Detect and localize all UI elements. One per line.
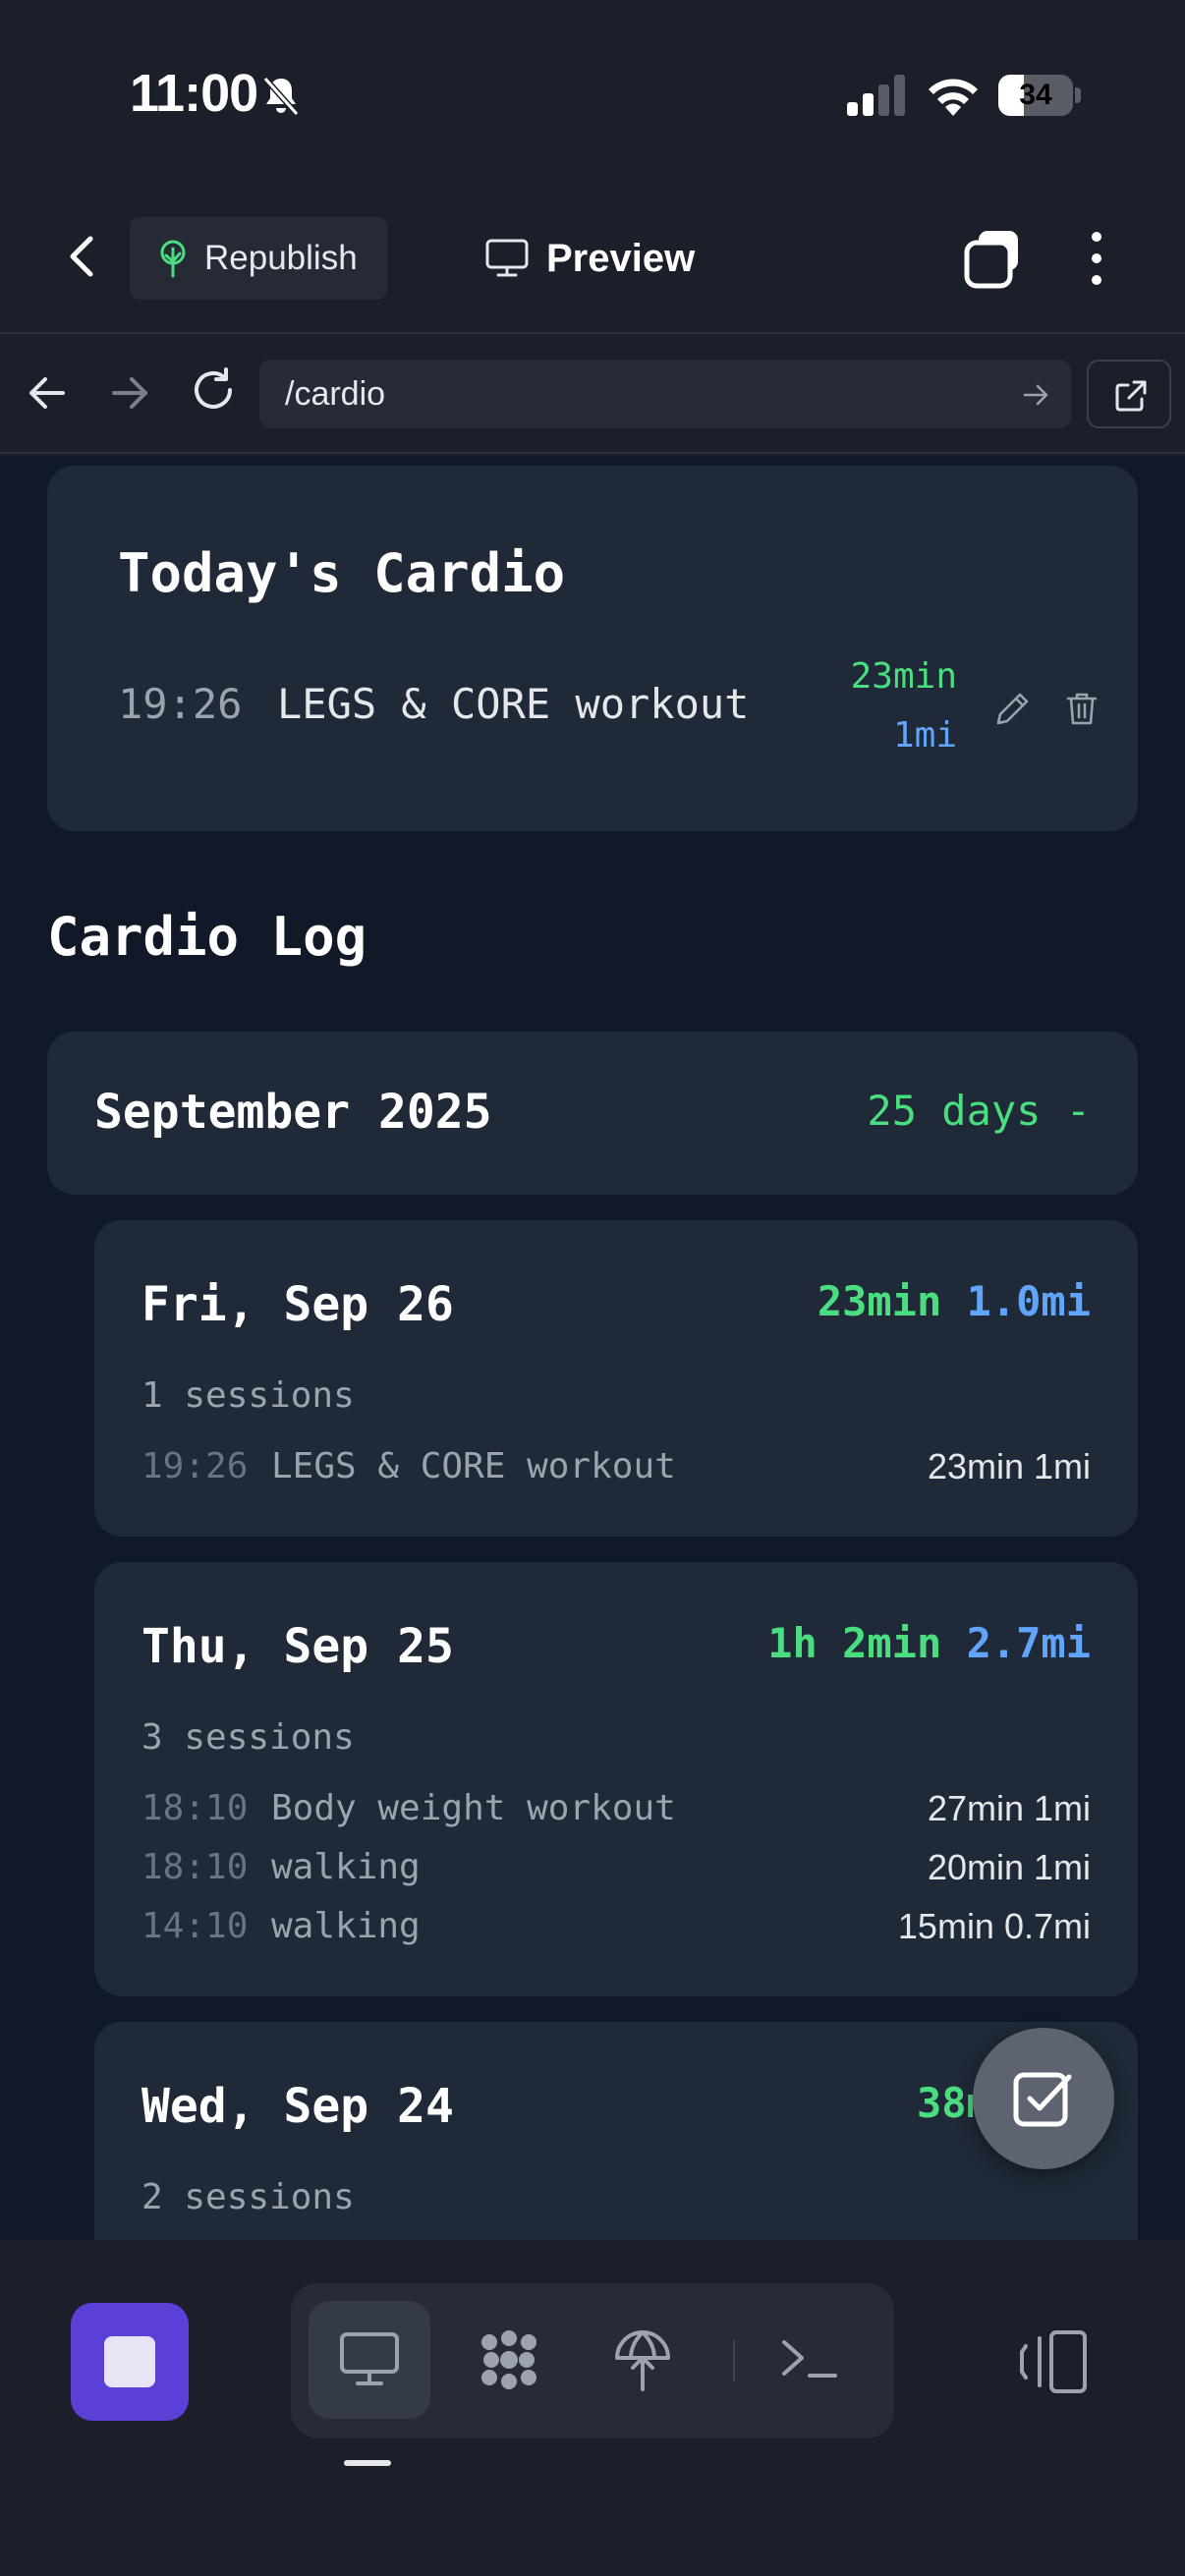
check-square-icon xyxy=(1013,2072,1072,2127)
status-bar: 11:00 34 xyxy=(0,0,1185,192)
month-name: September 2025 xyxy=(94,1085,492,1140)
day-duration: 23min xyxy=(817,1277,942,1325)
wifi-icon xyxy=(929,79,978,116)
session-time: 18:10 xyxy=(141,1788,249,1828)
url-bar[interactable]: /cardio xyxy=(259,360,1071,428)
terminal-icon xyxy=(782,2340,837,2378)
session-count: 1 sessions xyxy=(141,1375,355,1416)
monitor-icon xyxy=(340,2332,399,2385)
session-name: LEGS & CORE workout xyxy=(271,1446,676,1486)
url-text: /cardio xyxy=(285,375,386,413)
session-stats: 15min 0.7mi xyxy=(897,1906,1091,1946)
open-external-button[interactable] xyxy=(1087,360,1171,428)
session-name: Body weight workout xyxy=(271,1788,676,1828)
chevron-left-icon[interactable] xyxy=(57,231,108,282)
session-row: 14:10 walking 15min 0.7mi xyxy=(141,1906,1091,1957)
page-content: Today's Cardio 19:26 LEGS & CORE workout… xyxy=(0,456,1185,2240)
deploy-icon xyxy=(615,2330,670,2391)
day-card[interactable]: Thu, Sep 25 1h 2min 2.7mi 3 sessions 18:… xyxy=(94,1562,1138,1996)
dots-grid-icon xyxy=(481,2330,536,2389)
log-cardio-fab[interactable] xyxy=(973,2028,1114,2169)
signal-icon xyxy=(847,75,905,116)
preview-label: Preview xyxy=(546,236,696,280)
view-deploy-tab[interactable] xyxy=(582,2301,704,2419)
more-vertical-icon[interactable] xyxy=(1079,227,1114,290)
session-time: 14:10 xyxy=(141,1906,249,1946)
day-date: Fri, Sep 26 xyxy=(141,1277,454,1332)
month-header[interactable]: September 2025 25 days - xyxy=(47,1032,1138,1195)
day-totals: 1h 2min 2.7mi xyxy=(767,1619,1091,1667)
today-entry: 19:26 LEGS & CORE workout 23min 1mi xyxy=(118,652,1100,756)
day-date: Wed, Sep 24 xyxy=(141,2079,454,2134)
bottom-bar xyxy=(0,2240,1185,2576)
session-stats: 27min 1mi xyxy=(927,1788,1091,1828)
browser-bar: /cardio xyxy=(0,334,1185,454)
arrow-right-icon[interactable] xyxy=(106,369,153,417)
today-title: Today's Cardio xyxy=(118,542,566,604)
tabs-icon[interactable] xyxy=(961,227,1024,290)
active-tab-indicator xyxy=(344,2460,391,2466)
session-row: 18:10 walking 20min 1mi xyxy=(141,1847,1091,1898)
session-row: 18:10 Body weight workout 27min 1mi xyxy=(141,1788,1091,1839)
view-preview-tab[interactable] xyxy=(309,2301,430,2419)
entry-name: LEGS & CORE workout xyxy=(277,680,750,728)
divider xyxy=(733,2340,735,2381)
battery-icon: 34 xyxy=(998,75,1081,116)
month-summary: 25 days - xyxy=(867,1087,1091,1135)
day-duration: 1h 2min xyxy=(767,1619,942,1667)
session-count: 3 sessions xyxy=(141,1717,355,1758)
session-stats: 20min 1mi xyxy=(927,1847,1091,1887)
entry-distance: 1mi xyxy=(892,715,957,756)
arrow-left-icon[interactable] xyxy=(24,369,71,417)
session-count: 2 sessions xyxy=(141,2177,355,2217)
status-time: 11:00 xyxy=(130,64,258,123)
bell-slash-icon xyxy=(262,77,300,116)
view-switcher xyxy=(291,2283,894,2438)
session-name: walking xyxy=(271,1906,421,1946)
view-workflow-tab[interactable] xyxy=(448,2301,570,2419)
session-time: 19:26 xyxy=(141,1446,249,1486)
entry-duration: 23min xyxy=(850,656,957,697)
panel-icon[interactable] xyxy=(1018,2328,1089,2395)
stop-icon xyxy=(104,2336,155,2387)
day-distance: 1.0mi xyxy=(966,1277,1091,1325)
entry-time: 19:26 xyxy=(118,680,243,728)
monitor-icon xyxy=(485,239,529,277)
session-name: walking xyxy=(271,1847,421,1887)
battery-level: 34 xyxy=(1019,79,1052,111)
session-row: 19:26 LEGS & CORE workout 23min 1mi xyxy=(141,1446,1091,1497)
preview-button[interactable]: Preview xyxy=(485,217,695,300)
today-cardio-card: Today's Cardio 19:26 LEGS & CORE workout… xyxy=(47,466,1138,831)
day-totals: 23min 1.0mi xyxy=(818,1277,1091,1325)
day-date: Thu, Sep 25 xyxy=(141,1619,454,1674)
trash-icon[interactable] xyxy=(1063,690,1100,727)
external-link-icon xyxy=(1115,380,1147,412)
day-card[interactable]: Fri, Sep 26 23min 1.0mi 1 sessions 19:26… xyxy=(94,1220,1138,1537)
arrow-right-icon[interactable] xyxy=(1022,381,1049,409)
republish-label: Republish xyxy=(204,239,358,277)
stop-button[interactable] xyxy=(71,2303,189,2421)
session-stats: 23min 1mi xyxy=(927,1446,1091,1486)
reload-icon[interactable] xyxy=(189,365,238,415)
session-time: 18:10 xyxy=(141,1847,249,1887)
app-toolbar: Republish Preview xyxy=(0,192,1185,334)
tree-icon xyxy=(160,240,186,278)
republish-button[interactable]: Republish xyxy=(130,217,387,300)
cardio-log-title: Cardio Log xyxy=(47,906,367,968)
view-console-tab[interactable] xyxy=(749,2301,871,2419)
day-distance: 2.7mi xyxy=(966,1619,1091,1667)
pencil-icon[interactable] xyxy=(994,690,1032,727)
